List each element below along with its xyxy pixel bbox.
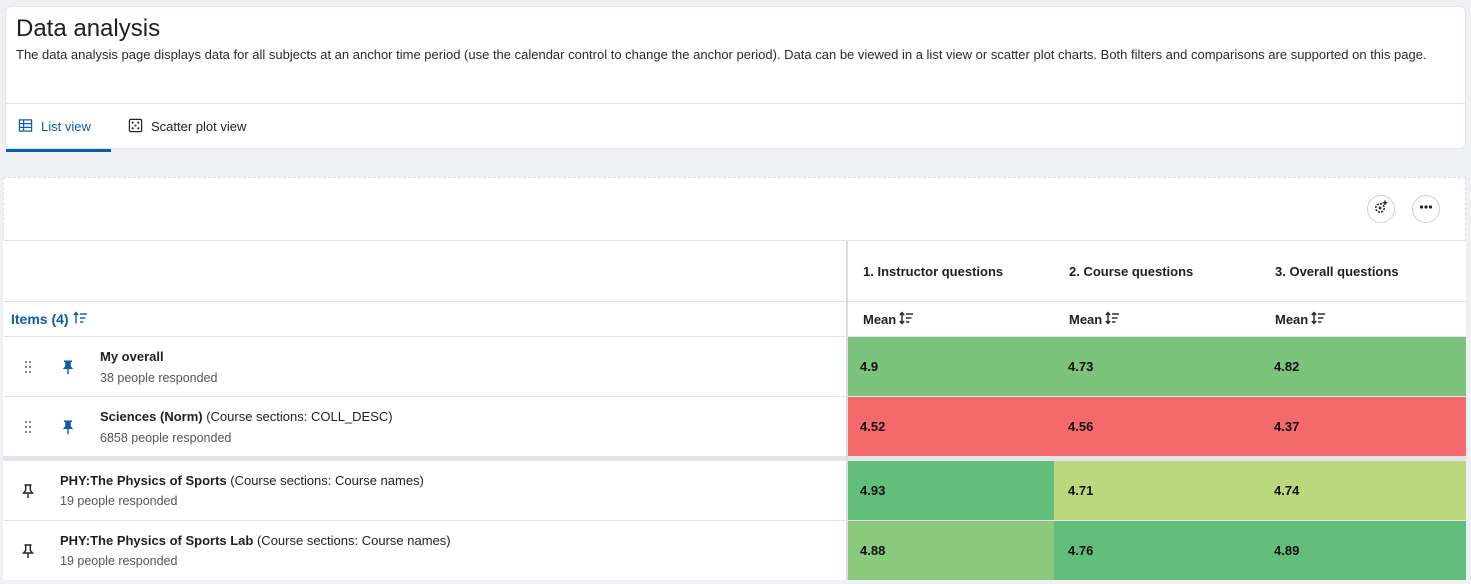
items-header[interactable]: Items (4) bbox=[3, 301, 846, 336]
table-row: PHY:The Physics of Sports (Course sectio… bbox=[3, 460, 1466, 520]
stat-header-mean[interactable]: Mean bbox=[1260, 301, 1466, 336]
value-cell[interactable]: 4.89 bbox=[1260, 521, 1466, 580]
value-cell[interactable]: 4.9 bbox=[846, 337, 1054, 396]
toolbar bbox=[3, 177, 1466, 241]
value-cell[interactable]: 4.93 bbox=[846, 461, 1054, 520]
pin-filled-icon[interactable] bbox=[61, 419, 75, 435]
column-title: 2. Course questions bbox=[1069, 263, 1194, 279]
stat-label: Mean bbox=[1275, 311, 1309, 327]
row-responded: 19 people responded bbox=[60, 554, 178, 568]
sort-icon bbox=[1311, 310, 1326, 328]
table-row: PHY:The Physics of Sports Lab (Course se… bbox=[3, 520, 1466, 580]
column-divider bbox=[846, 241, 848, 580]
value-cell[interactable]: 4.56 bbox=[1054, 397, 1260, 456]
page-description: The data analysis page displays data for… bbox=[16, 47, 1427, 62]
settings-button[interactable] bbox=[1367, 195, 1395, 223]
row-name-bold: My overall bbox=[100, 349, 164, 364]
stat-header-mean[interactable]: Mean bbox=[848, 301, 1054, 336]
pin-outline-icon[interactable] bbox=[21, 543, 35, 559]
row-name: PHY:The Physics of Sports (Course sectio… bbox=[60, 473, 424, 489]
tab-scatter-plot-view[interactable]: Scatter plot view bbox=[116, 104, 258, 149]
value-cell[interactable]: 4.37 bbox=[1260, 397, 1466, 456]
row-detail: (Course sections: COLL_DESC) bbox=[202, 409, 393, 424]
drag-handle-icon[interactable] bbox=[23, 419, 33, 435]
tab-scatter-plot-view-label: Scatter plot view bbox=[151, 119, 247, 134]
sort-icon bbox=[1105, 310, 1120, 328]
sort-icon bbox=[72, 310, 88, 328]
row-name-bold: PHY:The Physics of Sports Lab bbox=[60, 533, 254, 548]
tab-list-view-label: List view bbox=[41, 119, 91, 134]
value-cell[interactable]: 4.73 bbox=[1054, 337, 1260, 396]
column-title: 3. Overall questions bbox=[1275, 263, 1399, 279]
row-name: PHY:The Physics of Sports Lab (Course se… bbox=[60, 533, 451, 549]
items-header-label: Items (4) bbox=[11, 311, 69, 327]
pin-outline-icon[interactable] bbox=[21, 483, 35, 499]
scatter-icon bbox=[128, 118, 143, 136]
column-title: 1. Instructor questions bbox=[863, 263, 1004, 279]
row-name: Sciences (Norm) (Course sections: COLL_D… bbox=[100, 409, 393, 425]
sort-icon bbox=[899, 310, 914, 328]
page-title: Data analysis bbox=[16, 15, 161, 42]
row-responded: 6858 people responded bbox=[100, 431, 232, 445]
row-name: My overall bbox=[100, 349, 164, 365]
value-cell[interactable]: 4.76 bbox=[1054, 521, 1260, 580]
stat-header-mean[interactable]: Mean bbox=[1054, 301, 1260, 336]
stat-label: Mean bbox=[863, 311, 897, 327]
row-detail: (Course sections: Course names) bbox=[226, 473, 424, 488]
gear-plus-icon bbox=[1373, 199, 1389, 220]
row-responded: 19 people responded bbox=[60, 494, 178, 508]
table-row: Sciences (Norm) (Course sections: COLL_D… bbox=[3, 396, 1466, 456]
row-name-bold: PHY:The Physics of Sports bbox=[60, 473, 227, 488]
value-cell[interactable]: 4.88 bbox=[846, 521, 1054, 580]
row-name-bold: Sciences (Norm) bbox=[100, 409, 203, 424]
table-icon bbox=[18, 118, 33, 136]
value-cell[interactable]: 4.71 bbox=[1054, 461, 1260, 520]
row-responded: 38 people responded bbox=[100, 371, 218, 385]
tab-list-view[interactable]: List view bbox=[6, 104, 111, 152]
data-table: 1. Instructor questions 2. Course questi… bbox=[3, 240, 1466, 580]
row-detail: (Course sections: Course names) bbox=[253, 533, 451, 548]
page-header: Data analysis The data analysis page dis… bbox=[5, 6, 1466, 152]
more-options-button[interactable] bbox=[1412, 195, 1440, 223]
value-cell[interactable]: 4.74 bbox=[1260, 461, 1466, 520]
value-cell[interactable]: 4.82 bbox=[1260, 337, 1466, 396]
ellipsis-icon bbox=[1418, 199, 1434, 220]
stat-label: Mean bbox=[1069, 311, 1103, 327]
table-row: My overall 38 people responded 4.9 4.73 … bbox=[3, 336, 1466, 396]
drag-handle-icon[interactable] bbox=[23, 359, 33, 375]
pin-filled-icon[interactable] bbox=[61, 359, 75, 375]
value-cell[interactable]: 4.52 bbox=[846, 397, 1054, 456]
